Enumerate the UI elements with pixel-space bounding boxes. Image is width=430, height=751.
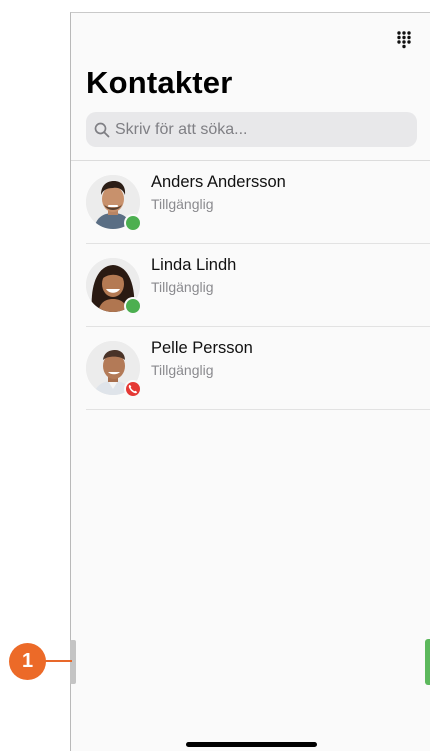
contact-name: Pelle Persson — [151, 339, 253, 357]
callout-badge: 1 — [9, 643, 46, 680]
contact-status: Tillgänglig — [151, 279, 214, 295]
status-available-icon — [124, 214, 142, 232]
home-indicator[interactable] — [186, 742, 317, 747]
search-bar[interactable] — [86, 112, 417, 147]
phone-screen: Kontakter Anders Anderss — [70, 12, 430, 751]
contact-row-anders[interactable]: Anders Andersson Tillgänglig — [71, 161, 430, 244]
contact-row-linda[interactable]: Linda Lindh Tillgänglig — [71, 244, 430, 327]
status-available-icon — [124, 297, 142, 315]
dialpad-icon[interactable] — [397, 31, 411, 49]
contact-status: Tillgänglig — [151, 196, 214, 212]
contact-name: Linda Lindh — [151, 256, 237, 274]
callout-line — [44, 660, 72, 662]
right-edge-handle[interactable] — [425, 639, 430, 685]
left-edge-handle[interactable] — [70, 640, 76, 684]
contact-name: Anders Andersson — [151, 173, 286, 191]
search-icon — [94, 122, 110, 137]
page-title: Kontakter — [86, 65, 233, 100]
contact-row-pelle[interactable]: Pelle Persson Tillgänglig — [71, 327, 430, 410]
status-in-call-icon — [124, 380, 142, 398]
search-input[interactable] — [115, 120, 405, 139]
contact-status: Tillgänglig — [151, 362, 214, 378]
contact-list: Anders Andersson Tillgänglig Linda Lindh… — [71, 161, 430, 410]
